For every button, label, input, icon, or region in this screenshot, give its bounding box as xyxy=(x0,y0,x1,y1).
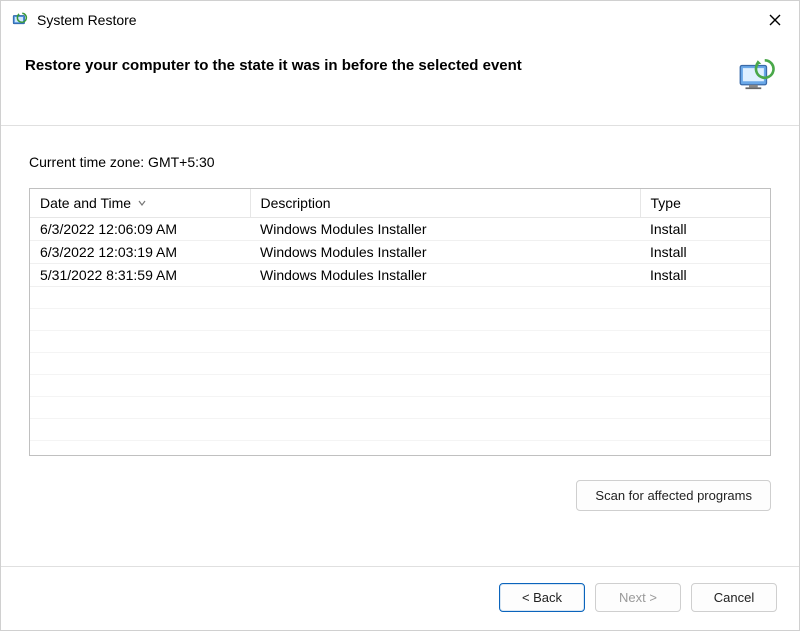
next-button[interactable]: Next > xyxy=(595,583,681,612)
table-row-empty xyxy=(30,287,770,309)
column-header-datetime[interactable]: Date and Time xyxy=(30,189,250,218)
table-row[interactable]: 6/3/2022 12:06:09 AMWindows Modules Inst… xyxy=(30,218,770,241)
table-row-empty xyxy=(30,419,770,441)
close-button[interactable] xyxy=(761,9,789,31)
column-header-type[interactable]: Type xyxy=(640,189,770,218)
table-row[interactable]: 5/31/2022 8:31:59 AMWindows Modules Inst… xyxy=(30,264,770,287)
table-row-empty xyxy=(30,331,770,353)
table-row-empty xyxy=(30,309,770,331)
cell-description: Windows Modules Installer xyxy=(250,264,640,287)
table-row-empty xyxy=(30,397,770,419)
scan-row: Scan for affected programs xyxy=(29,480,771,511)
wizard-heading: Restore your computer to the state it wa… xyxy=(25,55,723,74)
restore-monitor-icon xyxy=(735,55,777,97)
cell-type: Install xyxy=(640,241,770,264)
back-button[interactable]: < Back xyxy=(499,583,585,612)
scan-affected-programs-button[interactable]: Scan for affected programs xyxy=(576,480,771,511)
cell-datetime: 5/31/2022 8:31:59 AM xyxy=(30,264,250,287)
cell-description: Windows Modules Installer xyxy=(250,218,640,241)
restore-points-table: Date and Time Description Type 6 xyxy=(29,188,771,456)
table-row[interactable]: 6/3/2022 12:03:19 AMWindows Modules Inst… xyxy=(30,241,770,264)
system-restore-window: System Restore Restore your computer to … xyxy=(0,0,800,631)
cell-description: Windows Modules Installer xyxy=(250,241,640,264)
cell-type: Install xyxy=(640,218,770,241)
wizard-header: Restore your computer to the state it wa… xyxy=(1,37,799,126)
column-label: Type xyxy=(651,195,681,211)
column-label: Date and Time xyxy=(40,195,131,211)
titlebar: System Restore xyxy=(1,1,799,37)
cancel-button[interactable]: Cancel xyxy=(691,583,777,612)
sort-dropdown-icon xyxy=(137,195,147,211)
cell-datetime: 6/3/2022 12:06:09 AM xyxy=(30,218,250,241)
cell-datetime: 6/3/2022 12:03:19 AM xyxy=(30,241,250,264)
timezone-label: Current time zone: GMT+5:30 xyxy=(29,154,771,170)
system-restore-icon xyxy=(11,11,29,29)
column-label: Description xyxy=(261,195,331,211)
content-area: Current time zone: GMT+5:30 Date and Tim… xyxy=(1,126,799,566)
column-header-description[interactable]: Description xyxy=(250,189,640,218)
table-row-empty xyxy=(30,353,770,375)
cell-type: Install xyxy=(640,264,770,287)
wizard-footer: < Back Next > Cancel xyxy=(1,566,799,630)
table-row-empty xyxy=(30,375,770,397)
window-title: System Restore xyxy=(37,12,761,28)
